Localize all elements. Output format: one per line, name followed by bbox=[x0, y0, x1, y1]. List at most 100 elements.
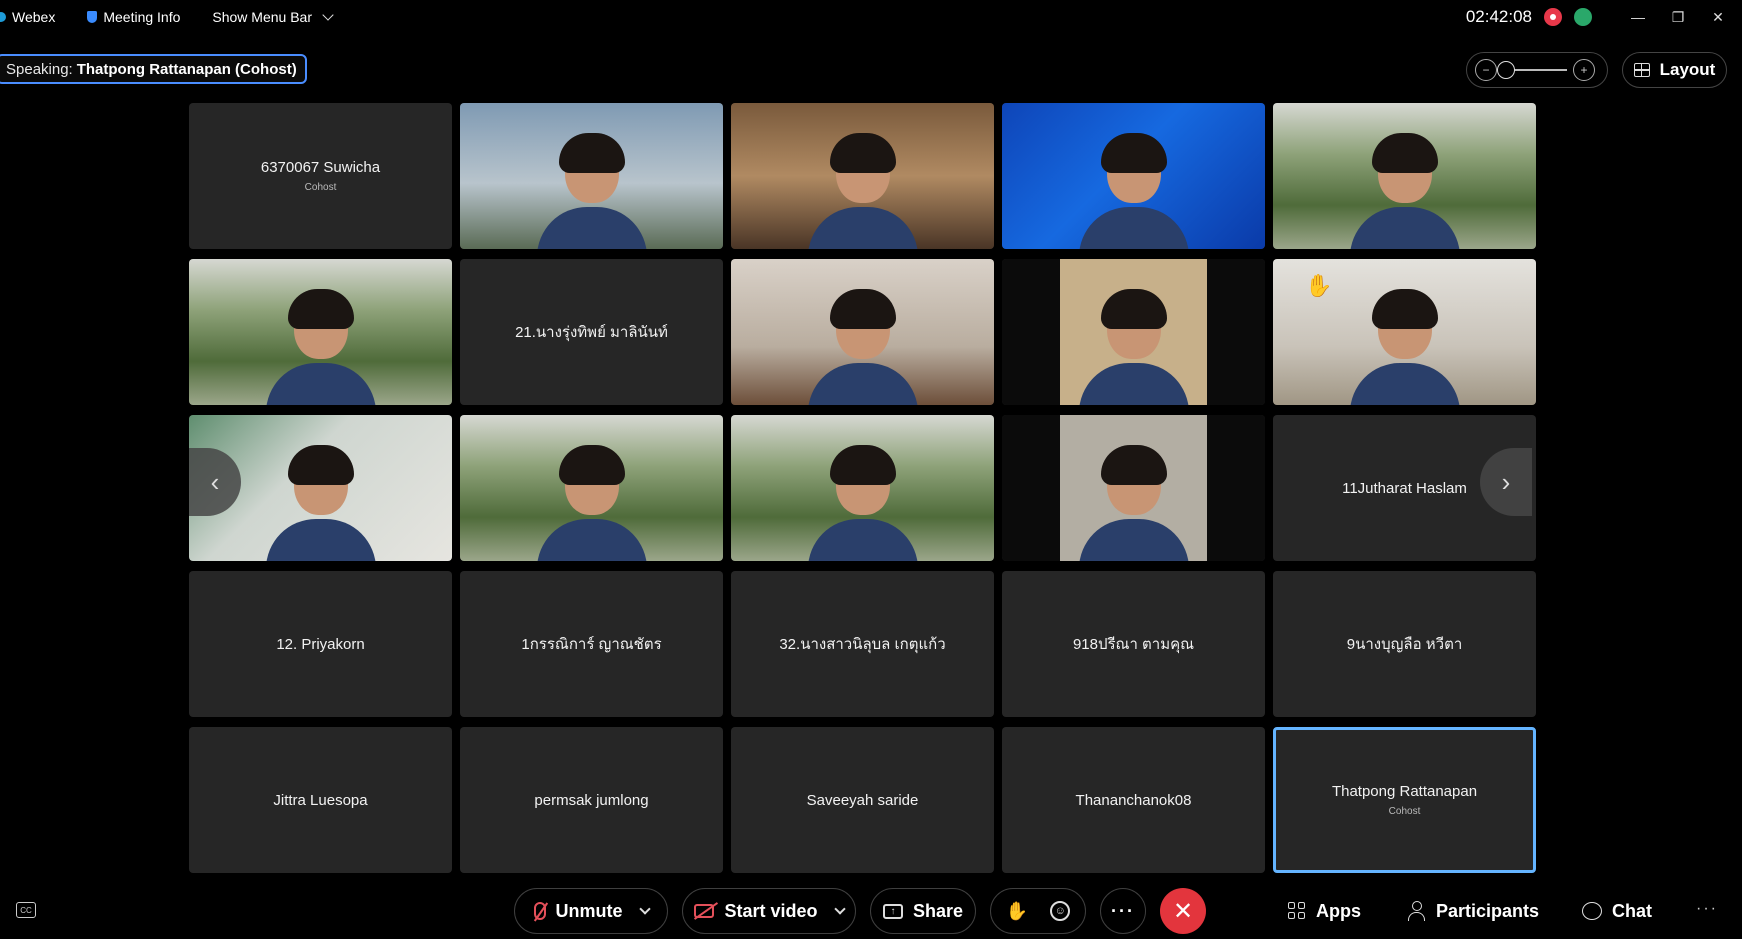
participant-video bbox=[1002, 103, 1265, 249]
chat-button[interactable]: Chat bbox=[1582, 888, 1652, 934]
apps-button[interactable]: Apps bbox=[1288, 888, 1361, 934]
apps-label: Apps bbox=[1316, 900, 1361, 921]
participant-name: 21.นางรุ่งทิพย์ มาลินันท์ bbox=[515, 324, 668, 341]
restore-icon[interactable]: ❐ bbox=[1664, 7, 1692, 27]
participant-tile[interactable]: 32.นางสาวนิลุบล เกตุแก้ว bbox=[731, 571, 994, 717]
participant-name: Thatpong Rattanapan bbox=[1331, 783, 1478, 800]
app-name: Webex bbox=[12, 9, 56, 25]
participant-video bbox=[189, 259, 452, 405]
participant-name: 32.นางสาวนิลุบล เกตุแก้ว bbox=[779, 636, 946, 653]
raise-hand-icon[interactable]: ✋ bbox=[1006, 901, 1028, 922]
share-screen-icon: ↑ bbox=[882, 903, 903, 919]
zoom-in-icon[interactable]: + bbox=[1573, 59, 1595, 81]
zoom-control: − + bbox=[1466, 52, 1608, 88]
participant-tile[interactable]: 9นางบุญลือ หวีตา bbox=[1273, 571, 1536, 717]
layout-button[interactable]: Layout bbox=[1622, 52, 1727, 88]
minimize-icon[interactable]: — bbox=[1624, 7, 1652, 27]
meeting-info-button[interactable]: Meeting Info bbox=[87, 9, 180, 25]
webex-logo-icon bbox=[0, 12, 6, 22]
close-icon[interactable]: ✕ bbox=[1704, 7, 1732, 27]
shield-icon bbox=[87, 11, 98, 23]
reactions-icon[interactable]: ☺ bbox=[1050, 901, 1071, 921]
participant-name: permsak jumlong bbox=[534, 791, 649, 809]
reactions-group: ✋ ☺ bbox=[990, 888, 1086, 934]
chevron-down-icon[interactable] bbox=[638, 903, 651, 915]
participant-figure bbox=[807, 285, 918, 405]
participant-name: 918ปรีณา ตามคุณ bbox=[1072, 636, 1195, 653]
participant-tile[interactable]: 6370067 Suwicha Cohost bbox=[189, 103, 452, 249]
zoom-slider[interactable] bbox=[1497, 61, 1567, 79]
speaking-label: Speaking: bbox=[6, 60, 73, 78]
network-health-icon[interactable] bbox=[1574, 8, 1592, 26]
participant-tile[interactable]: Saveeyah saride bbox=[731, 727, 994, 873]
participant-figure bbox=[536, 441, 647, 561]
participant-tile[interactable]: ✋ bbox=[1273, 259, 1536, 405]
recording-icon[interactable] bbox=[1544, 8, 1562, 26]
participant-tile[interactable]: Jittra Luesopa bbox=[189, 727, 452, 873]
more-options-button[interactable]: ··· bbox=[1100, 888, 1146, 934]
participants-label: Participants bbox=[1436, 900, 1540, 921]
meeting-info-label: Meeting Info bbox=[103, 9, 181, 25]
show-menu-bar-button[interactable]: Show Menu Bar bbox=[212, 9, 334, 25]
participant-tile[interactable]: permsak jumlong bbox=[460, 727, 723, 873]
layout-label: Layout bbox=[1659, 60, 1716, 79]
participant-tile[interactable] bbox=[731, 103, 994, 249]
grid-layout-icon bbox=[1633, 63, 1650, 77]
participant-figure bbox=[807, 441, 918, 561]
participant-video bbox=[1273, 103, 1536, 249]
participant-tile[interactable] bbox=[1002, 259, 1265, 405]
participant-grid: 6370067 Suwicha Cohost 21.นางรุ่งทิพย์ มาล… bbox=[189, 103, 1536, 873]
meeting-controls: CC Unmute Start video ↑ Share ✋ ☺ ··· ✕ … bbox=[0, 884, 1742, 938]
participant-role: Cohost bbox=[304, 182, 337, 193]
title-bar: Webex Meeting Info Show Menu Bar 02:42:0… bbox=[0, 0, 1742, 34]
participants-button[interactable]: Participants bbox=[1408, 888, 1539, 934]
participant-tile[interactable]: Thananchanok08 bbox=[1002, 727, 1265, 873]
participant-tile[interactable] bbox=[1002, 103, 1265, 249]
participant-tile[interactable]: 12. Priyakorn bbox=[189, 571, 452, 717]
meeting-timer: 02:42:08 bbox=[1465, 7, 1532, 26]
participant-video bbox=[460, 415, 723, 561]
participant-role: Cohost bbox=[1388, 806, 1421, 817]
participants-icon bbox=[1408, 901, 1426, 921]
chat-icon bbox=[1582, 902, 1602, 920]
participant-tile[interactable]: 1กรรณิการ์ ญาณชัตร bbox=[460, 571, 723, 717]
participant-tile[interactable] bbox=[460, 415, 723, 561]
zoom-slider-knob[interactable] bbox=[1497, 61, 1515, 79]
participant-video bbox=[731, 103, 994, 249]
participant-video bbox=[1002, 259, 1265, 405]
app-menu[interactable]: Webex bbox=[0, 9, 55, 25]
participant-tile[interactable] bbox=[731, 415, 994, 561]
participant-name: Jittra Luesopa bbox=[273, 791, 368, 809]
participant-figure bbox=[1078, 441, 1189, 561]
participant-tile[interactable] bbox=[1002, 415, 1265, 561]
speaking-name: Thatpong Rattanapan (Cohost) bbox=[76, 60, 297, 78]
participant-tile[interactable] bbox=[731, 259, 994, 405]
start-video-button[interactable]: Start video bbox=[682, 888, 856, 934]
participant-tile[interactable]: 21.นางรุ่งทิพย์ มาลินันท์ bbox=[460, 259, 723, 405]
participant-figure bbox=[536, 129, 647, 249]
participant-figure bbox=[265, 441, 376, 561]
chevron-down-icon[interactable] bbox=[833, 903, 846, 915]
participant-tile[interactable] bbox=[460, 103, 723, 249]
participant-figure bbox=[265, 285, 376, 405]
participant-name: 11Jutharat Haslam bbox=[1342, 479, 1467, 497]
participant-video bbox=[731, 259, 994, 405]
participant-tile[interactable]: Thatpong Rattanapan Cohost bbox=[1273, 727, 1536, 873]
show-menu-bar-label: Show Menu Bar bbox=[212, 9, 312, 25]
participant-video bbox=[1002, 415, 1265, 561]
participant-figure bbox=[1349, 285, 1460, 405]
participant-tile[interactable] bbox=[1273, 103, 1536, 249]
participant-tile[interactable]: 918ปรีณา ตามคุณ bbox=[1002, 571, 1265, 717]
leave-meeting-button[interactable]: ✕ bbox=[1160, 888, 1206, 934]
unmute-label: Unmute bbox=[555, 900, 623, 921]
chat-label: Chat bbox=[1612, 900, 1652, 921]
start-video-label: Start video bbox=[724, 900, 818, 921]
participant-tile[interactable] bbox=[189, 259, 452, 405]
zoom-out-icon[interactable]: − bbox=[1475, 59, 1497, 81]
share-button[interactable]: ↑ Share bbox=[870, 888, 976, 934]
participant-name: 1กรรณิการ์ ญาณชัตร bbox=[521, 636, 662, 653]
more-panels-icon[interactable]: ··· bbox=[1696, 900, 1718, 918]
camera-off-icon bbox=[694, 904, 715, 918]
unmute-button[interactable]: Unmute bbox=[514, 888, 668, 934]
closed-captions-icon[interactable]: CC bbox=[16, 902, 36, 918]
